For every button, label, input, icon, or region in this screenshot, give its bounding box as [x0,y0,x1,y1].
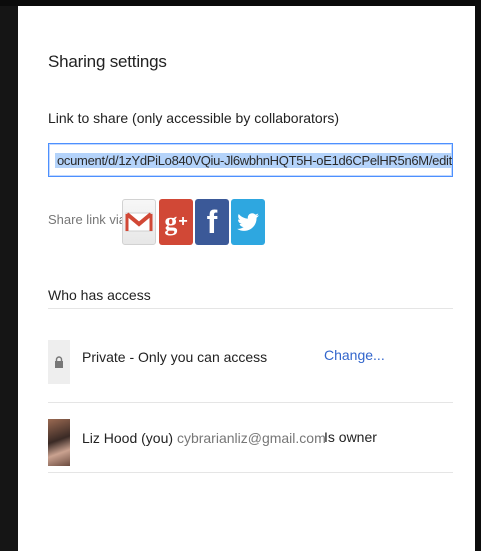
access-divider-bottom [48,472,453,473]
owner-role: Is owner [324,429,377,445]
twitter-bird-glyph [237,213,259,231]
lock-glyph [55,356,63,368]
lock-icon [48,340,70,384]
share-link-field[interactable]: ocument/d/1zYdPiLo840VQiu-Jl6wbhnHQT5H-o… [48,143,453,177]
owner-name: Liz Hood (you) [82,430,174,446]
google-plus-icon[interactable]: g + [159,199,193,245]
change-access-link[interactable]: Change... [324,347,385,363]
owner-email: cybrarianliz@gmail.com [176,430,326,446]
share-link-value[interactable]: ocument/d/1zYdPiLo840VQiu-Jl6wbhnHQT5H-o… [55,153,452,168]
access-row-private: Private - Only you can access [82,349,268,365]
sharing-settings-dialog: Sharing settings Link to share (only acc… [18,6,475,551]
who-has-access-label: Who has access [48,287,151,303]
gmail-icon[interactable] [122,199,156,245]
access-divider-middle [48,402,453,403]
access-divider-top [48,308,453,309]
access-row-owner: Liz Hood (you) cybrarianliz@gmail.com [82,430,326,446]
avatar [48,419,70,466]
share-via-label: Share link via: [48,212,130,227]
dialog-title: Sharing settings [48,52,167,71]
facebook-icon[interactable]: f [195,199,229,245]
gmail-envelope-glyph [125,212,153,232]
link-share-label: Link to share (only accessible by collab… [48,110,340,126]
twitter-icon[interactable] [231,199,265,245]
window-right-edge [475,0,481,551]
